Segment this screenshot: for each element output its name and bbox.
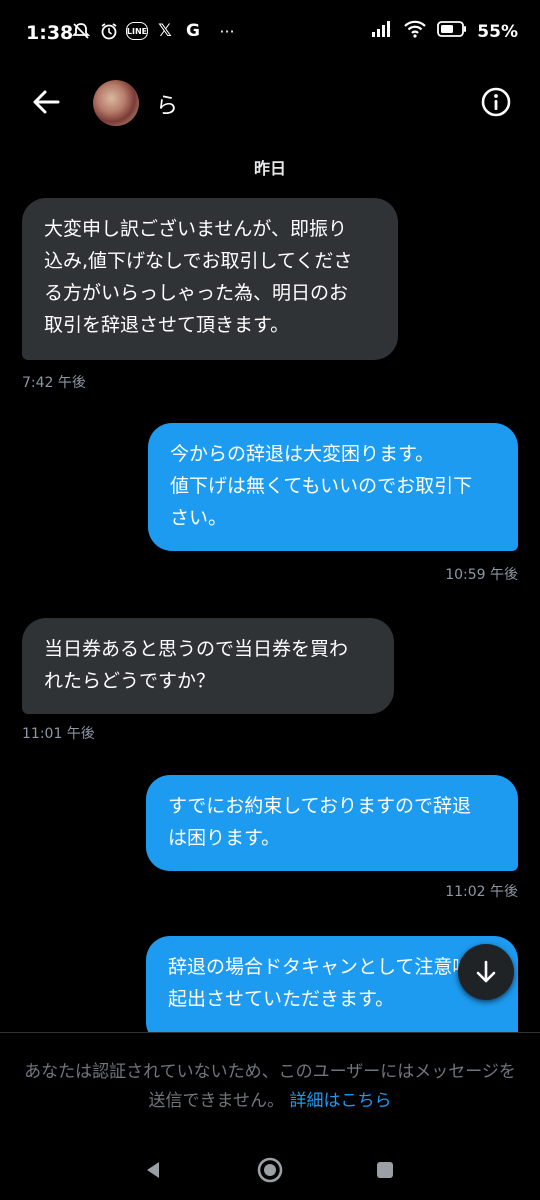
circle-home-icon — [257, 1157, 283, 1183]
more-dots-label: ··· — [219, 21, 235, 41]
x-app-icon: 𝕏 — [154, 20, 176, 42]
status-system-icons: 55% — [371, 20, 518, 43]
alarm-icon — [98, 20, 120, 42]
back-arrow-icon — [33, 90, 60, 114]
conversation-header: ら — [0, 64, 540, 140]
square-recents-icon — [377, 1162, 393, 1178]
message-timestamp: 7:42 午後 — [22, 375, 86, 391]
scroll-to-bottom-button[interactable] — [458, 944, 514, 1000]
line-app-label: LINE — [126, 26, 148, 36]
message-bubble-outgoing[interactable]: 辞退の場合ドタキャンとして注意喚 起出させていただきます。 — [146, 936, 518, 1046]
message-bubble-incoming[interactable]: 当日券あると思うので当日券を買わ れたらどうですか？ — [22, 618, 394, 714]
message-timestamp: 11:02 午後 — [445, 884, 518, 900]
date-separator: 昨日 — [253, 159, 286, 178]
notice-text: あなたは認証されていないため、このユーザーにはメッセージを送信できません。 — [24, 1062, 516, 1111]
signal-icon — [371, 20, 393, 43]
learn-more-link[interactable]: 詳細はこちら — [289, 1091, 391, 1111]
x-app-label: 𝕏 — [158, 21, 172, 41]
triangle-back-icon — [147, 1162, 159, 1178]
back-button[interactable] — [28, 84, 64, 120]
message-timestamp: 10:59 午後 — [445, 567, 518, 583]
footer-divider — [0, 1032, 540, 1033]
message-bubble-outgoing[interactable]: すでにお約束しておりますので辞退 は困ります。 — [146, 775, 518, 871]
avatar[interactable] — [93, 80, 139, 126]
info-icon — [481, 87, 511, 117]
muted-notification-icon — [70, 20, 92, 42]
message-bubble-incoming[interactable]: 大変申し訳ございませんが、即振り 込み,値下げなしでお取引してくださ る方がいら… — [22, 198, 398, 360]
nav-home-button[interactable] — [255, 1155, 285, 1185]
status-bar: 1:38 LINE 𝕏 G ··· 55% — [0, 0, 540, 64]
status-notification-icons: LINE 𝕏 G ··· — [70, 20, 244, 42]
status-time: 1:38 — [26, 22, 74, 44]
message-bubble-outgoing[interactable]: 今からの辞退は大変困ります。 値下げは無くてもいいのでお取引下 さい。 — [148, 423, 518, 551]
cannot-message-notice: あなたは認証されていないため、このユーザーにはメッセージを送信できません。 詳細… — [20, 1058, 520, 1116]
line-app-icon: LINE — [126, 22, 148, 40]
nav-back-button[interactable] — [138, 1155, 168, 1185]
message-timestamp: 11:01 午後 — [22, 726, 95, 742]
google-label: G — [186, 21, 200, 41]
nav-recents-button[interactable] — [370, 1155, 400, 1185]
info-button[interactable] — [480, 86, 512, 118]
more-dots-icon: ··· — [210, 20, 244, 42]
system-nav-bar — [0, 1140, 540, 1200]
username[interactable]: ら — [156, 88, 178, 120]
battery-percent: 55% — [477, 21, 518, 42]
wifi-icon — [403, 20, 427, 43]
arrow-down-icon — [476, 960, 496, 983]
battery-icon — [437, 21, 467, 42]
google-icon: G — [182, 20, 204, 42]
